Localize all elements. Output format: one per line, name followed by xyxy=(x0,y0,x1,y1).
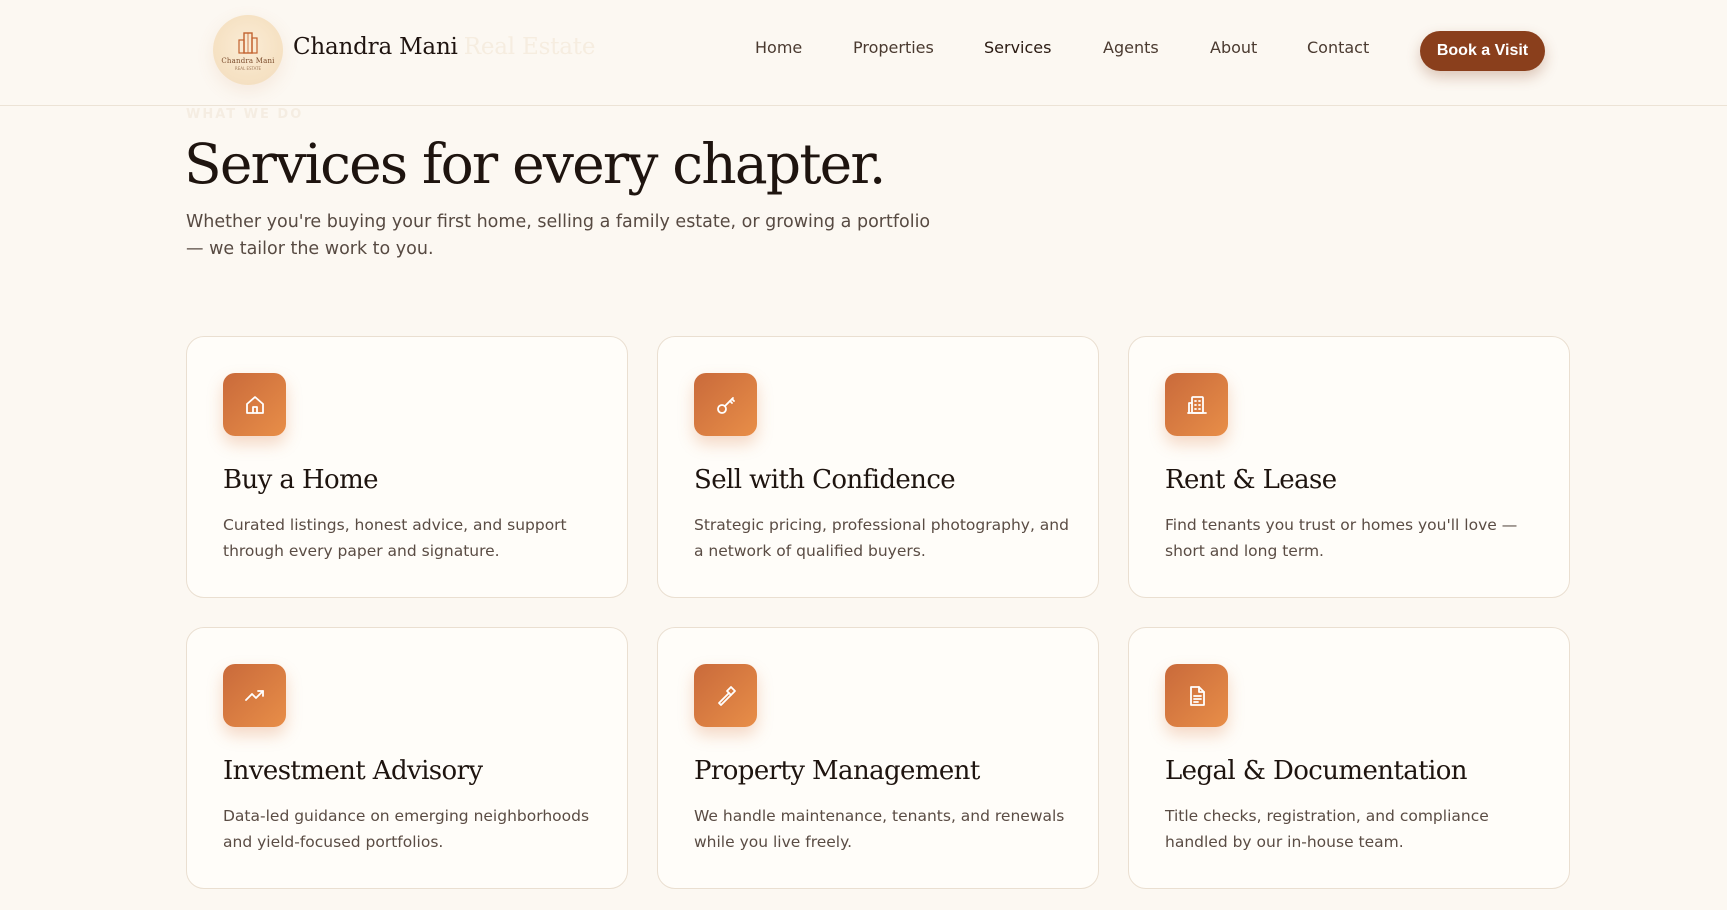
site-header: Chandra Mani REAL ESTATE Chandra Mani Rea… xyxy=(0,0,1727,106)
nav-contact[interactable]: Contact xyxy=(1307,38,1369,57)
document-icon xyxy=(1189,685,1205,706)
brand-suffix: Real Estate xyxy=(463,34,596,60)
building-logo-icon xyxy=(238,31,258,54)
service-description: Title checks, registration, and complian… xyxy=(1165,807,1489,851)
nav-agents[interactable]: Agents xyxy=(1103,38,1159,57)
service-icon-tile xyxy=(1165,373,1228,436)
service-card-sell[interactable]: Sell with Confidence Strategic pricing, … xyxy=(657,336,1099,598)
nav-services[interactable]: Services xyxy=(984,38,1051,57)
book-visit-button[interactable]: Book a Visit xyxy=(1420,31,1545,71)
brand-name-text: Chandra Mani xyxy=(293,34,458,60)
nav-home[interactable]: Home xyxy=(755,38,802,57)
service-description: Data-led guidance on emerging neighborho… xyxy=(223,807,590,851)
key-icon xyxy=(716,396,735,414)
section-eyebrow: WHAT WE DO xyxy=(186,107,304,122)
service-card-rent[interactable]: Rent & Lease Find tenants you trust or h… xyxy=(1128,336,1570,598)
service-title: Buy a Home xyxy=(223,465,379,495)
home-icon xyxy=(245,395,264,414)
nav-properties[interactable]: Properties xyxy=(853,38,934,57)
service-description: Strategic pricing, professional photogra… xyxy=(694,516,1069,560)
logo-subtext: REAL ESTATE xyxy=(234,65,262,71)
hammer-icon xyxy=(717,685,736,706)
nav-about[interactable]: About xyxy=(1210,38,1257,57)
service-icon-tile xyxy=(223,373,286,436)
page-title: Services for every chapter. xyxy=(184,132,886,196)
service-title: Investment Advisory xyxy=(223,756,483,786)
page-intro: Whether you're buying your first home, s… xyxy=(186,212,931,259)
building-icon xyxy=(1186,395,1207,414)
logo-badge[interactable]: Chandra Mani REAL ESTATE xyxy=(213,15,283,85)
service-icon-tile xyxy=(223,664,286,727)
service-title: Sell with Confidence xyxy=(694,465,956,495)
service-card-investment[interactable]: Investment Advisory Data-led guidance on… xyxy=(186,627,628,889)
service-title: Legal & Documentation xyxy=(1165,756,1467,786)
service-icon-tile xyxy=(694,373,757,436)
service-title: Property Management xyxy=(694,756,980,786)
service-description: We handle maintenance, tenants, and rene… xyxy=(694,807,1065,851)
service-description: Curated listings, honest advice, and sup… xyxy=(223,516,567,560)
service-card-legal[interactable]: Legal & Documentation Title checks, regi… xyxy=(1128,627,1570,889)
service-card-management[interactable]: Property Management We handle maintenanc… xyxy=(657,627,1099,889)
service-icon-tile xyxy=(1165,664,1228,727)
brand-name[interactable]: Chandra Mani Real Estate xyxy=(293,34,595,60)
logo-text: Chandra Mani xyxy=(221,56,275,65)
service-icon-tile xyxy=(694,664,757,727)
service-card-buy[interactable]: Buy a Home Curated listings, honest advi… xyxy=(186,336,628,598)
service-title: Rent & Lease xyxy=(1165,465,1337,495)
trending-up-icon xyxy=(244,689,264,701)
service-description: Find tenants you trust or homes you'll l… xyxy=(1165,516,1518,560)
